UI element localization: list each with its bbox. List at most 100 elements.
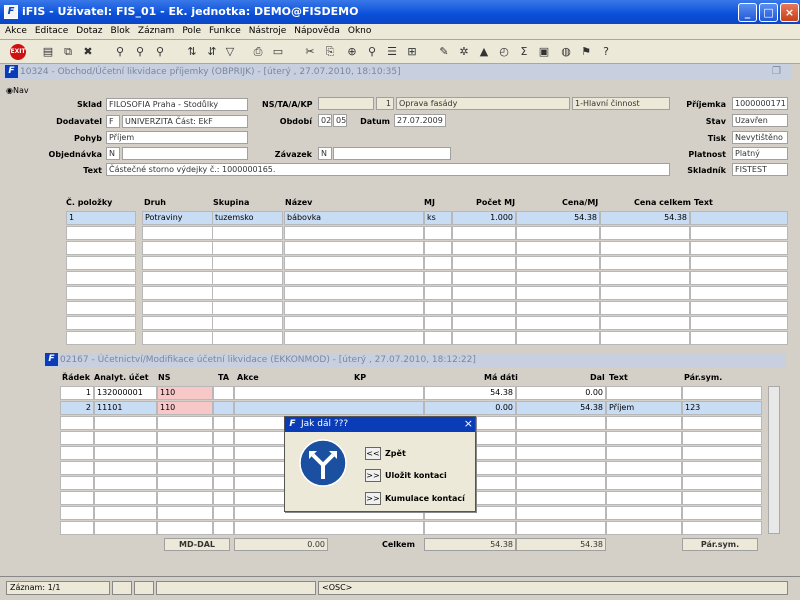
form2-scrollbar[interactable]	[768, 386, 780, 534]
sum-icon[interactable]: Σ	[516, 44, 532, 60]
menu-editace[interactable]: Editace	[30, 24, 71, 36]
empty-cell[interactable]	[600, 271, 690, 285]
cell-druh[interactable]: Potraviny	[142, 211, 213, 225]
empty-cell[interactable]	[212, 316, 283, 330]
menu-dotaz[interactable]: Dotaz	[71, 24, 105, 36]
menu-zaznam[interactable]: Záznam	[133, 24, 177, 36]
kp-field[interactable]: 1-Hlavní činnost	[572, 97, 670, 110]
empty-cell[interactable]	[682, 446, 762, 460]
menu-pole[interactable]: Pole	[177, 24, 204, 36]
empty-cell[interactable]	[94, 491, 157, 505]
query-enter-icon[interactable]: ⚲	[112, 44, 128, 60]
empty-cell[interactable]	[424, 331, 452, 345]
cell-ta[interactable]	[213, 401, 234, 415]
empty-cell[interactable]	[157, 446, 213, 460]
cell-par-sym[interactable]	[682, 386, 762, 400]
skladnik-field[interactable]: FISTEST	[732, 163, 788, 176]
cell-cena-mj[interactable]: 54.38	[516, 211, 600, 225]
empty-cell[interactable]	[157, 416, 213, 430]
dodavatel-field[interactable]: UNIVERZITA Část: EkF	[122, 115, 248, 128]
empty-cell[interactable]	[606, 431, 682, 445]
empty-cell[interactable]	[212, 241, 283, 255]
cell-akce[interactable]	[234, 386, 424, 400]
empty-cell[interactable]	[600, 256, 690, 270]
empty-cell[interactable]	[516, 226, 600, 240]
menu-blok[interactable]: Blok	[106, 24, 133, 36]
cell-dal[interactable]: 0.00	[516, 386, 606, 400]
empty-cell[interactable]	[516, 521, 606, 535]
cell-analyt-ucet[interactable]: 11101	[94, 401, 157, 415]
objednavka-code-field[interactable]: N	[106, 147, 120, 160]
obdobi-month-field[interactable]: 02	[318, 114, 332, 127]
empty-cell[interactable]	[452, 331, 516, 345]
cell-ta[interactable]	[213, 386, 234, 400]
cell-skupina[interactable]: tuzemsko	[212, 211, 283, 225]
help-icon[interactable]: ?	[598, 44, 614, 60]
empty-cell[interactable]	[516, 446, 606, 460]
cell-akce[interactable]	[234, 401, 424, 415]
par-sym-button[interactable]: Pár.sym.	[682, 538, 758, 551]
empty-cell[interactable]	[94, 506, 157, 520]
empty-cell[interactable]	[452, 271, 516, 285]
empty-cell[interactable]	[424, 271, 452, 285]
empty-cell[interactable]	[212, 301, 283, 315]
empty-cell[interactable]	[682, 431, 762, 445]
empty-cell[interactable]	[690, 241, 788, 255]
close-window-button[interactable]: ×	[780, 3, 799, 22]
empty-cell[interactable]	[94, 416, 157, 430]
empty-cell[interactable]	[690, 256, 788, 270]
platnost-field[interactable]: Platný	[732, 147, 788, 160]
excel-icon[interactable]: ▣	[536, 44, 552, 60]
empty-cell[interactable]	[516, 316, 600, 330]
empty-cell[interactable]	[516, 256, 600, 270]
empty-cell[interactable]	[66, 256, 136, 270]
tisk-field[interactable]: Nevytištěno	[732, 131, 788, 144]
empty-row[interactable]	[66, 271, 788, 285]
empty-cell[interactable]	[516, 286, 600, 300]
empty-cell[interactable]	[66, 286, 136, 300]
empty-cell[interactable]	[424, 256, 452, 270]
empty-cell[interactable]	[94, 521, 157, 535]
cell-nazev[interactable]: bábovka	[284, 211, 424, 225]
cell-ns[interactable]: 110	[157, 386, 213, 400]
empty-cell[interactable]	[212, 271, 283, 285]
empty-cell[interactable]	[212, 256, 283, 270]
empty-cell[interactable]	[600, 331, 690, 345]
empty-cell[interactable]	[213, 461, 234, 475]
empty-cell[interactable]	[142, 271, 213, 285]
menu-akce[interactable]: Akce	[0, 24, 30, 36]
empty-cell[interactable]	[606, 521, 682, 535]
empty-cell[interactable]	[94, 431, 157, 445]
duplicate-record-icon[interactable]: ⧉	[60, 44, 76, 60]
empty-cell[interactable]	[284, 286, 424, 300]
cell-dal[interactable]: 54.38	[516, 401, 606, 415]
empty-cell[interactable]	[213, 491, 234, 505]
empty-cell[interactable]	[600, 301, 690, 315]
empty-cell[interactable]	[606, 476, 682, 490]
empty-cell[interactable]	[212, 331, 283, 345]
ta-field[interactable]: 1	[376, 97, 394, 110]
empty-cell[interactable]	[284, 226, 424, 240]
menu-napoveda[interactable]: Nápověda	[289, 24, 343, 36]
sort-desc-icon[interactable]: ⇵	[204, 44, 220, 60]
empty-cell[interactable]	[452, 301, 516, 315]
empty-cell[interactable]	[213, 476, 234, 490]
empty-cell[interactable]	[142, 316, 213, 330]
sklad-field[interactable]: FILOSOFIA Praha - Stodůlky	[106, 98, 248, 111]
help-context-icon[interactable]: ⚑	[578, 44, 594, 60]
empty-cell[interactable]	[60, 491, 94, 505]
empty-cell[interactable]	[60, 431, 94, 445]
empty-cell[interactable]	[284, 256, 424, 270]
empty-cell[interactable]	[213, 446, 234, 460]
empty-cell[interactable]	[60, 446, 94, 460]
empty-cell[interactable]	[452, 286, 516, 300]
empty-cell[interactable]	[424, 316, 452, 330]
sort-icon[interactable]: ⇅	[184, 44, 200, 60]
cell-mj[interactable]: ks	[424, 211, 452, 225]
empty-cell[interactable]	[516, 476, 606, 490]
empty-cell[interactable]	[682, 491, 762, 505]
empty-cell[interactable]	[142, 256, 213, 270]
empty-cell[interactable]	[284, 316, 424, 330]
empty-row[interactable]	[60, 521, 762, 535]
delete-record-icon[interactable]: ✖	[80, 44, 96, 60]
